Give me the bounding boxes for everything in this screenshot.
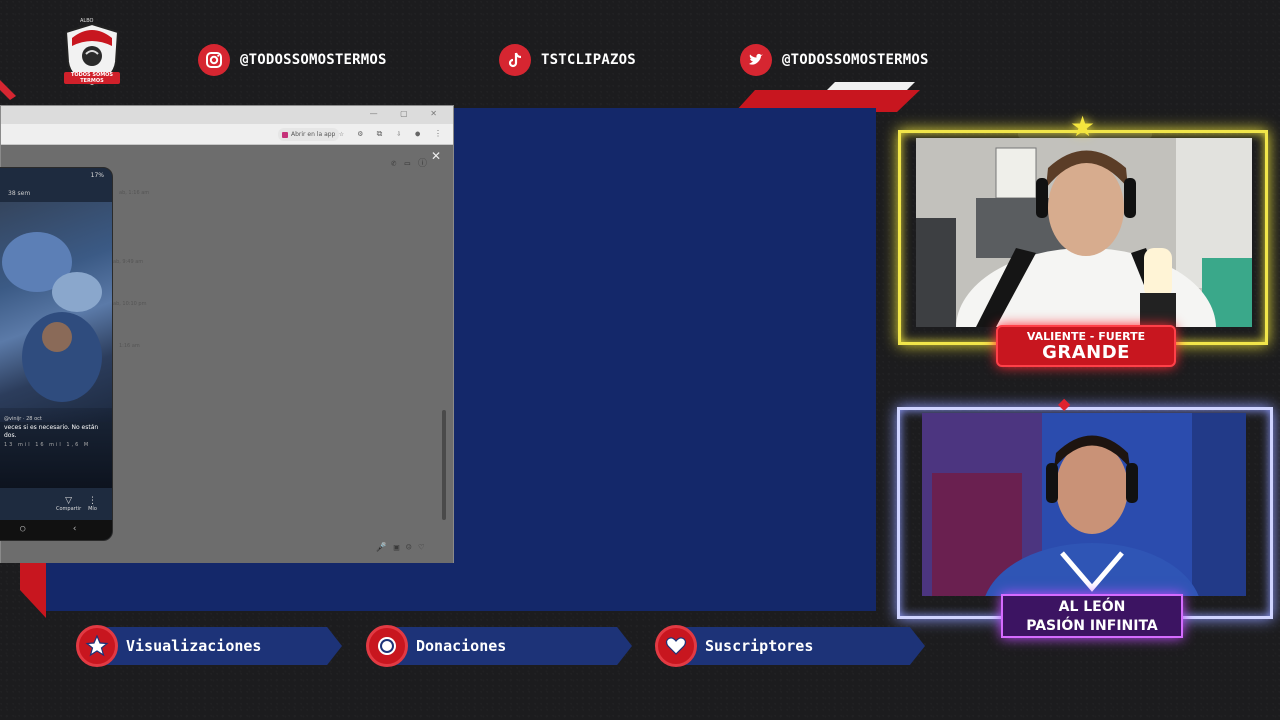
tiktok-icon bbox=[499, 44, 531, 76]
open-in-app-button[interactable]: Abrir en la app bbox=[278, 128, 340, 141]
channel-logo: ALBO TODOS SOMOS TERMOS bbox=[58, 18, 126, 88]
red-accent-decoration bbox=[20, 560, 46, 618]
toolbar-icons: ☆ ⚙ ⧉ ⇩ ● ⋮ bbox=[339, 129, 442, 139]
menu-icon[interactable]: ⋮ bbox=[434, 129, 442, 139]
social-tiktok: TSTCLIPAZOS bbox=[499, 44, 636, 76]
instagram-icon bbox=[198, 44, 230, 76]
cam1-label: VALIENTE - FUERTE GRANDE bbox=[996, 325, 1176, 367]
phone-actions: ▽ Compartir ⋮ Mío bbox=[0, 496, 112, 516]
tiktok-handle: TSTCLIPAZOS bbox=[541, 52, 636, 68]
social-instagram: @TODOSSOMOSTERMOS bbox=[198, 44, 387, 76]
heart-icon bbox=[655, 625, 697, 667]
phone-status-bar: 17% bbox=[90, 172, 104, 179]
message-timestamp: ab, 9:49 am bbox=[113, 259, 144, 265]
cam2-label-line2: PASIÓN INFINITA bbox=[1026, 618, 1158, 634]
browser-window: — ▢ ✕ Abrir en la app ☆ ⚙ ⧉ ⇩ ● ⋮ ✕ ✆▭ⓘ … bbox=[0, 105, 454, 563]
stat-label: Donaciones bbox=[416, 637, 507, 655]
call-icons[interactable]: ✆▭ⓘ bbox=[391, 156, 435, 169]
phone-nav-bar: ○ ‹ bbox=[0, 520, 112, 540]
message-timestamp: ab, 10:10 pm bbox=[113, 301, 147, 307]
stat-label: Visualizaciones bbox=[126, 637, 262, 655]
post-time: 38 sem bbox=[8, 190, 31, 197]
instagram-handle: @TODOSSOMOSTERMOS bbox=[240, 52, 387, 68]
browser-content: ✕ ✆▭ⓘ ab, 1:16 am ab, 9:49 am ab, 10:10 … bbox=[0, 146, 453, 563]
browser-toolbar: Abrir en la app ☆ ⚙ ⧉ ⇩ ● ⋮ bbox=[1, 124, 453, 145]
extensions-icon[interactable]: ⚙ bbox=[358, 129, 363, 139]
stat-label: Suscriptores bbox=[705, 637, 814, 655]
caption-text: veces si es necesario. No están dos. bbox=[4, 424, 99, 439]
diamond-icon: ◆ bbox=[1058, 394, 1071, 413]
caption-user: @vinijr · 28 oct bbox=[4, 416, 42, 422]
cam2-label: AL LEÓN PASIÓN INFINITA bbox=[1001, 594, 1183, 638]
phone-screenshot: 17% 38 sem @vinijr · 28 oct veces si es … bbox=[0, 167, 113, 541]
cam2-label-line1: AL LEÓN bbox=[1058, 599, 1126, 615]
filter-icon: ▽ bbox=[65, 496, 73, 506]
instagram-small-icon bbox=[282, 131, 288, 138]
twitter-handle: @TODOSSOMOSTERMOS bbox=[782, 52, 929, 68]
caption-stats: 13 mil 16 mil 1,6 M bbox=[4, 442, 91, 448]
more-icon: ⋮ bbox=[88, 496, 97, 506]
post-photo bbox=[0, 202, 112, 422]
home-nav-icon[interactable]: ○ bbox=[20, 524, 25, 534]
social-twitter: @TODOSSOMOSTERMOS bbox=[740, 44, 929, 76]
message-timestamp: 1:16 am bbox=[119, 343, 140, 349]
webcam-feed-2 bbox=[922, 413, 1246, 596]
coin-icon bbox=[366, 625, 408, 667]
bookmark-star-icon[interactable]: ☆ bbox=[339, 129, 344, 139]
stat-visualizaciones: Visualizaciones bbox=[76, 625, 342, 667]
cam1-label-main: GRANDE bbox=[1042, 342, 1130, 363]
browser-titlebar: — ▢ ✕ bbox=[1, 106, 453, 124]
message-timestamp: ab, 1:16 am bbox=[119, 190, 150, 196]
window-controls[interactable]: — ▢ ✕ bbox=[370, 109, 447, 118]
twitter-icon bbox=[740, 44, 772, 76]
profile-icon[interactable]: ● bbox=[415, 129, 420, 139]
scrollbar[interactable] bbox=[442, 410, 446, 520]
downloads-icon[interactable]: ⇩ bbox=[396, 129, 401, 139]
post-caption: @vinijr · 28 oct veces si es necesario. … bbox=[0, 408, 112, 488]
tab-search-icon[interactable]: ⧉ bbox=[377, 129, 383, 139]
webcam-feed-1 bbox=[916, 138, 1252, 327]
stat-donaciones: Donaciones bbox=[366, 625, 632, 667]
red-corner-decoration bbox=[0, 80, 16, 100]
logo-top-text: ALBO bbox=[80, 18, 94, 24]
star-icon bbox=[76, 625, 118, 667]
message-input-icons[interactable]: 🎤▣☺♡ bbox=[376, 543, 431, 553]
star-icon: ★ bbox=[1070, 110, 1096, 143]
open-in-app-label: Abrir en la app bbox=[291, 131, 336, 138]
share-action[interactable]: ▽ Compartir bbox=[56, 496, 81, 512]
back-nav-icon[interactable]: ‹ bbox=[72, 524, 77, 534]
stat-suscriptores: Suscriptores bbox=[655, 625, 925, 667]
logo-badge-text: TODOS SOMOS TERMOS bbox=[64, 72, 120, 84]
cam1-label-top: VALIENTE - FUERTE bbox=[1026, 330, 1146, 343]
mine-action[interactable]: ⋮ Mío bbox=[88, 496, 97, 512]
